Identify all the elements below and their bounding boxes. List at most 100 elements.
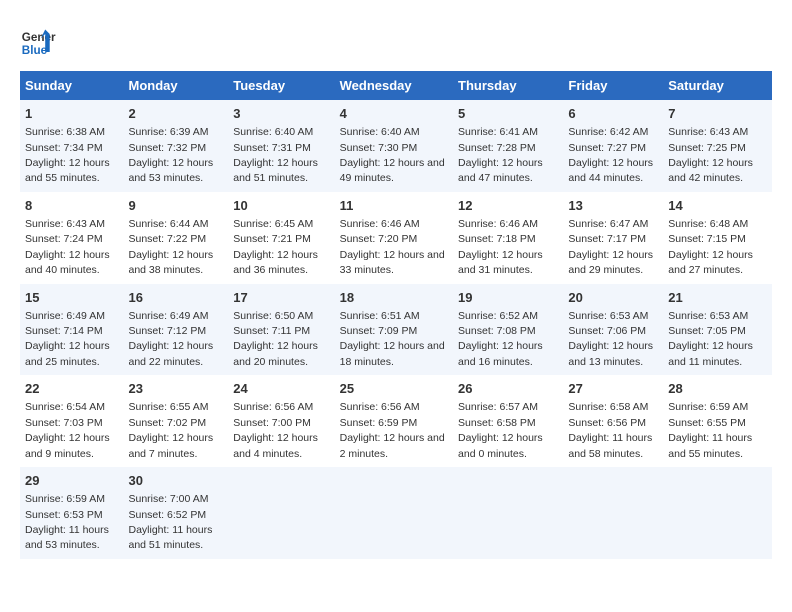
sunset-info: Sunset: 7:25 PM <box>668 142 746 154</box>
sunset-info: Sunset: 7:34 PM <box>25 142 103 154</box>
daylight-info: Daylight: 12 hours and 4 minutes. <box>233 432 318 459</box>
day-number: 27 <box>568 380 658 398</box>
sunrise-info: Sunrise: 6:53 AM <box>668 310 748 322</box>
day-number: 3 <box>233 105 329 123</box>
calendar-cell: 3Sunrise: 6:40 AMSunset: 7:31 PMDaylight… <box>228 100 334 192</box>
sunset-info: Sunset: 6:56 PM <box>568 417 646 429</box>
daylight-info: Daylight: 12 hours and 16 minutes. <box>458 340 543 367</box>
sunset-info: Sunset: 7:08 PM <box>458 325 536 337</box>
sunrise-info: Sunrise: 6:44 AM <box>128 218 208 230</box>
calendar-cell: 24Sunrise: 6:56 AMSunset: 7:00 PMDayligh… <box>228 375 334 467</box>
calendar-cell: 19 Sunrise: 6:52 AM Sunset: 7:08 PM Dayligh… <box>453 284 563 376</box>
daylight-info: Daylight: 12 hours and 9 minutes. <box>25 432 110 459</box>
calendar-cell: 11Sunrise: 6:46 AMSunset: 7:20 PMDayligh… <box>335 192 453 284</box>
sunset-info: Sunset: 7:03 PM <box>25 417 103 429</box>
day-number: 19 <box>458 289 558 307</box>
calendar-week-row: 29Sunrise: 6:59 AMSunset: 6:53 PMDayligh… <box>20 467 772 559</box>
sunset-info: Sunset: 6:55 PM <box>668 417 746 429</box>
sunset-info: Sunset: 7:30 PM <box>340 142 418 154</box>
calendar-cell: 2Sunrise: 6:39 AMSunset: 7:32 PMDaylight… <box>123 100 228 192</box>
calendar-cell: 21Sunrise: 6:53 AMSunset: 7:05 PMDayligh… <box>663 284 772 376</box>
sunset-info: Sunset: 7:11 PM <box>233 325 310 337</box>
sunset-info: Sunset: 7:12 PM <box>128 325 206 337</box>
sunrise-info: Sunrise: 6:55 AM <box>128 401 208 413</box>
calendar-cell: 8 Sunrise: 6:43 AM Sunset: 7:24 PM Daylight… <box>20 192 123 284</box>
calendar-cell: 25Sunrise: 6:56 AMSunset: 6:59 PMDayligh… <box>335 375 453 467</box>
calendar-cell: 12Sunrise: 6:46 AMSunset: 7:18 PMDayligh… <box>453 192 563 284</box>
sunrise-info: Sunrise: 6:52 AM <box>458 310 538 322</box>
sunset-info: Sunset: 7:28 PM <box>458 142 536 154</box>
calendar-cell: 10Sunrise: 6:45 AMSunset: 7:21 PMDayligh… <box>228 192 334 284</box>
daylight-info: Daylight: 11 hours and 55 minutes. <box>668 432 752 459</box>
sunset-info: Sunset: 7:09 PM <box>340 325 418 337</box>
sunrise-info: Sunrise: 6:38 AM <box>25 126 105 138</box>
day-number: 5 <box>458 105 558 123</box>
weekday-header: Thursday <box>453 71 563 100</box>
day-number: 6 <box>568 105 658 123</box>
sunset-info: Sunset: 7:14 PM <box>25 325 103 337</box>
daylight-info: Daylight: 12 hours and 47 minutes. <box>458 157 543 184</box>
day-number: 21 <box>668 289 767 307</box>
daylight-info: Daylight: 12 hours and 42 minutes. <box>668 157 753 184</box>
sunset-info: Sunset: 7:27 PM <box>568 142 646 154</box>
daylight-info: Daylight: 12 hours and 51 minutes. <box>233 157 318 184</box>
daylight-info: Daylight: 12 hours and 2 minutes. <box>340 432 445 459</box>
daylight-info: Daylight: 12 hours and 36 minutes. <box>233 249 318 276</box>
daylight-info: Daylight: 12 hours and 53 minutes. <box>128 157 213 184</box>
page-header: General Blue <box>20 20 772 61</box>
day-number: 28 <box>668 380 767 398</box>
calendar-cell: 23Sunrise: 6:55 AMSunset: 7:02 PMDayligh… <box>123 375 228 467</box>
calendar-cell: 13Sunrise: 6:47 AMSunset: 7:17 PMDayligh… <box>563 192 663 284</box>
day-number: 12 <box>458 197 558 215</box>
daylight-info: Daylight: 12 hours and 20 minutes. <box>233 340 318 367</box>
calendar-cell <box>663 467 772 559</box>
calendar-cell: 4Sunrise: 6:40 AMSunset: 7:30 PMDaylight… <box>335 100 453 192</box>
daylight-info: Daylight: 12 hours and 27 minutes. <box>668 249 753 276</box>
day-number: 9 <box>128 197 223 215</box>
calendar-week-row: 8 Sunrise: 6:43 AM Sunset: 7:24 PM Daylight… <box>20 192 772 284</box>
day-number: 8 <box>25 197 118 215</box>
day-number: 26 <box>458 380 558 398</box>
day-number: 23 <box>128 380 223 398</box>
sunset-info: Sunset: 7:21 PM <box>233 233 311 245</box>
logo-icon: General Blue <box>20 25 56 61</box>
sunrise-info: Sunrise: 6:47 AM <box>568 218 648 230</box>
calendar-cell: 6 Sunrise: 6:42 AM Sunset: 7:27 PM Daylight… <box>563 100 663 192</box>
sunset-info: Sunset: 6:53 PM <box>25 509 103 521</box>
daylight-info: Daylight: 12 hours and 31 minutes. <box>458 249 543 276</box>
calendar-cell <box>453 467 563 559</box>
sunrise-info: Sunrise: 6:56 AM <box>233 401 313 413</box>
day-number: 14 <box>668 197 767 215</box>
calendar-cell: 20Sunrise: 6:53 AMSunset: 7:06 PMDayligh… <box>563 284 663 376</box>
calendar-cell: 16Sunrise: 6:49 AMSunset: 7:12 PMDayligh… <box>123 284 228 376</box>
calendar-cell <box>563 467 663 559</box>
day-number: 11 <box>340 197 448 215</box>
daylight-info: Daylight: 12 hours and 38 minutes. <box>128 249 213 276</box>
day-number: 22 <box>25 380 118 398</box>
sunset-info: Sunset: 7:15 PM <box>668 233 746 245</box>
sunset-info: Sunset: 7:17 PM <box>568 233 646 245</box>
calendar-week-row: 15 Sunrise: 6:49 AM Sunset: 7:14 PM Dayligh… <box>20 284 772 376</box>
day-number: 15 <box>25 289 118 307</box>
sunrise-info: Sunrise: 6:59 AM <box>668 401 748 413</box>
calendar-cell: 5Sunrise: 6:41 AMSunset: 7:28 PMDaylight… <box>453 100 563 192</box>
sunset-info: Sunset: 7:24 PM <box>25 233 103 245</box>
sunrise-info: Sunrise: 6:40 AM <box>233 126 313 138</box>
sunrise-info: Sunrise: 6:42 AM <box>568 126 648 138</box>
daylight-info: Daylight: 12 hours and 49 minutes. <box>340 157 445 184</box>
sunset-info: Sunset: 6:59 PM <box>340 417 418 429</box>
sunrise-info: Sunrise: 6:49 AM <box>25 310 105 322</box>
calendar-cell: 22Sunrise: 6:54 AMSunset: 7:03 PMDayligh… <box>20 375 123 467</box>
calendar-cell: 15Sunrise: 6:49 AMSunset: 7:14 PMDayligh… <box>20 284 123 376</box>
sunrise-info: Sunrise: 6:48 AM <box>668 218 748 230</box>
daylight-info: Daylight: 12 hours and 44 minutes. <box>568 157 653 184</box>
svg-text:General: General <box>22 31 56 44</box>
day-number: 29 <box>25 472 118 490</box>
sunset-info: Sunset: 7:22 PM <box>128 233 206 245</box>
day-number: 20 <box>568 289 658 307</box>
calendar-week-row: 22Sunrise: 6:54 AMSunset: 7:03 PMDayligh… <box>20 375 772 467</box>
sunset-info: Sunset: 7:05 PM <box>668 325 746 337</box>
sunrise-info: Sunrise: 6:43 AM <box>25 218 105 230</box>
calendar-cell: 18Sunrise: 6:51 AMSunset: 7:09 PMDayligh… <box>335 284 453 376</box>
daylight-info: Daylight: 12 hours and 40 minutes. <box>25 249 110 276</box>
